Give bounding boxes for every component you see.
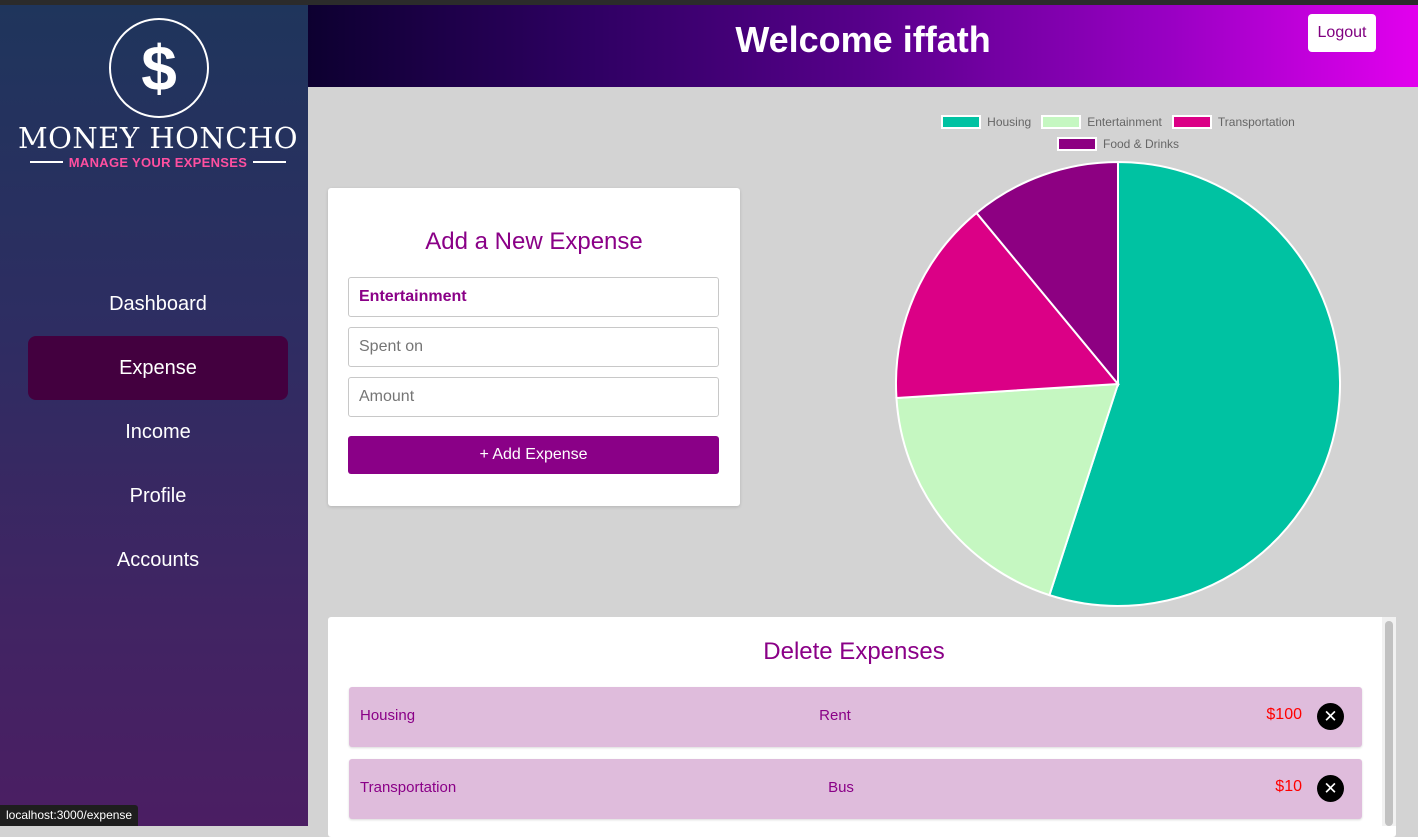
scrollbar-thumb[interactable] xyxy=(1385,621,1393,826)
spent-on-input[interactable] xyxy=(348,327,719,367)
sidebar-item-expense[interactable]: Expense xyxy=(28,336,288,400)
sidebar-item-label: Dashboard xyxy=(109,292,207,315)
legend-label: Food & Drinks xyxy=(1102,137,1180,151)
sidebar-item-label: Accounts xyxy=(116,548,200,571)
tagline-rule-right xyxy=(253,161,287,163)
expense-amount: $10 xyxy=(1275,778,1302,795)
expense-pie-chart xyxy=(895,160,1341,607)
tagline-rule-left xyxy=(30,161,63,163)
sidebar-item-dashboard[interactable]: Dashboard xyxy=(28,272,288,336)
expense-row: Transportation Bus $10 ✕ xyxy=(349,759,1362,819)
legend-label: Housing xyxy=(987,115,1032,129)
legend-item-food-drinks[interactable]: Food & Drinks xyxy=(1056,136,1180,152)
brand-tagline-row: MANAGE YOUR EXPENSES xyxy=(30,153,287,171)
sidebar-item-label: Income xyxy=(125,420,191,443)
legend-swatch xyxy=(1171,115,1212,129)
legend-swatch xyxy=(1041,115,1082,129)
expense-amount: $100 xyxy=(1266,706,1302,723)
add-expense-title: Add a New Expense xyxy=(425,228,643,255)
sidebar-item-accounts[interactable]: Accounts xyxy=(28,528,288,592)
header: Welcome iffath Logout xyxy=(308,5,1418,87)
legend-label: Entertainment xyxy=(1087,115,1162,129)
logo-symbol: $ xyxy=(141,32,177,104)
expense-description: Rent xyxy=(819,707,851,724)
logout-button[interactable]: Logout xyxy=(1308,14,1376,52)
page-title: Welcome iffath xyxy=(735,19,991,60)
legend-swatch xyxy=(1056,137,1097,151)
add-expense-card: Add a New Expense Entertainment + Add Ex… xyxy=(328,188,740,506)
browser-status-url: localhost:3000/expense xyxy=(0,805,139,826)
legend-swatch xyxy=(941,115,982,129)
delete-list-scrollbar[interactable] xyxy=(1382,617,1396,826)
brand-name: MONEY HONCHO xyxy=(17,121,299,155)
delete-expense-close-icon[interactable]: ✕ xyxy=(1317,775,1344,802)
add-expense-button[interactable]: + Add Expense xyxy=(348,436,719,474)
delete-expenses-title: Delete Expenses xyxy=(763,638,945,665)
sidebar-item-income[interactable]: Income xyxy=(28,400,288,464)
expense-description: Bus xyxy=(828,779,854,796)
legend-item-entertainment[interactable]: Entertainment xyxy=(1041,114,1162,130)
expense-row: Housing Rent $100 ✕ xyxy=(349,687,1362,747)
chart-legend: Housing Entertainment Transportation Foo… xyxy=(900,114,1336,152)
sidebar: $ MONEY HONCHO MANAGE YOUR EXPENSES Dash… xyxy=(0,5,308,826)
delete-expenses-card: Delete Expenses Housing Rent $100 ✕ Tran… xyxy=(328,617,1396,837)
brand-tagline: MANAGE YOUR EXPENSES xyxy=(68,154,248,170)
logo-dollar-icon: $ xyxy=(109,18,209,118)
expense-category: Housing xyxy=(360,707,416,724)
amount-input[interactable] xyxy=(348,377,719,417)
expense-category: Transportation xyxy=(360,779,457,796)
sidebar-item-label: Profile xyxy=(129,484,187,507)
category-select[interactable]: Entertainment xyxy=(348,277,719,317)
sidebar-item-profile[interactable]: Profile xyxy=(28,464,288,528)
sidebar-item-label: Expense xyxy=(119,356,197,379)
delete-expense-close-icon[interactable]: ✕ xyxy=(1317,703,1344,730)
legend-item-transportation[interactable]: Transportation xyxy=(1171,114,1295,130)
legend-item-housing[interactable]: Housing xyxy=(941,114,1031,130)
legend-label: Transportation xyxy=(1217,115,1295,129)
